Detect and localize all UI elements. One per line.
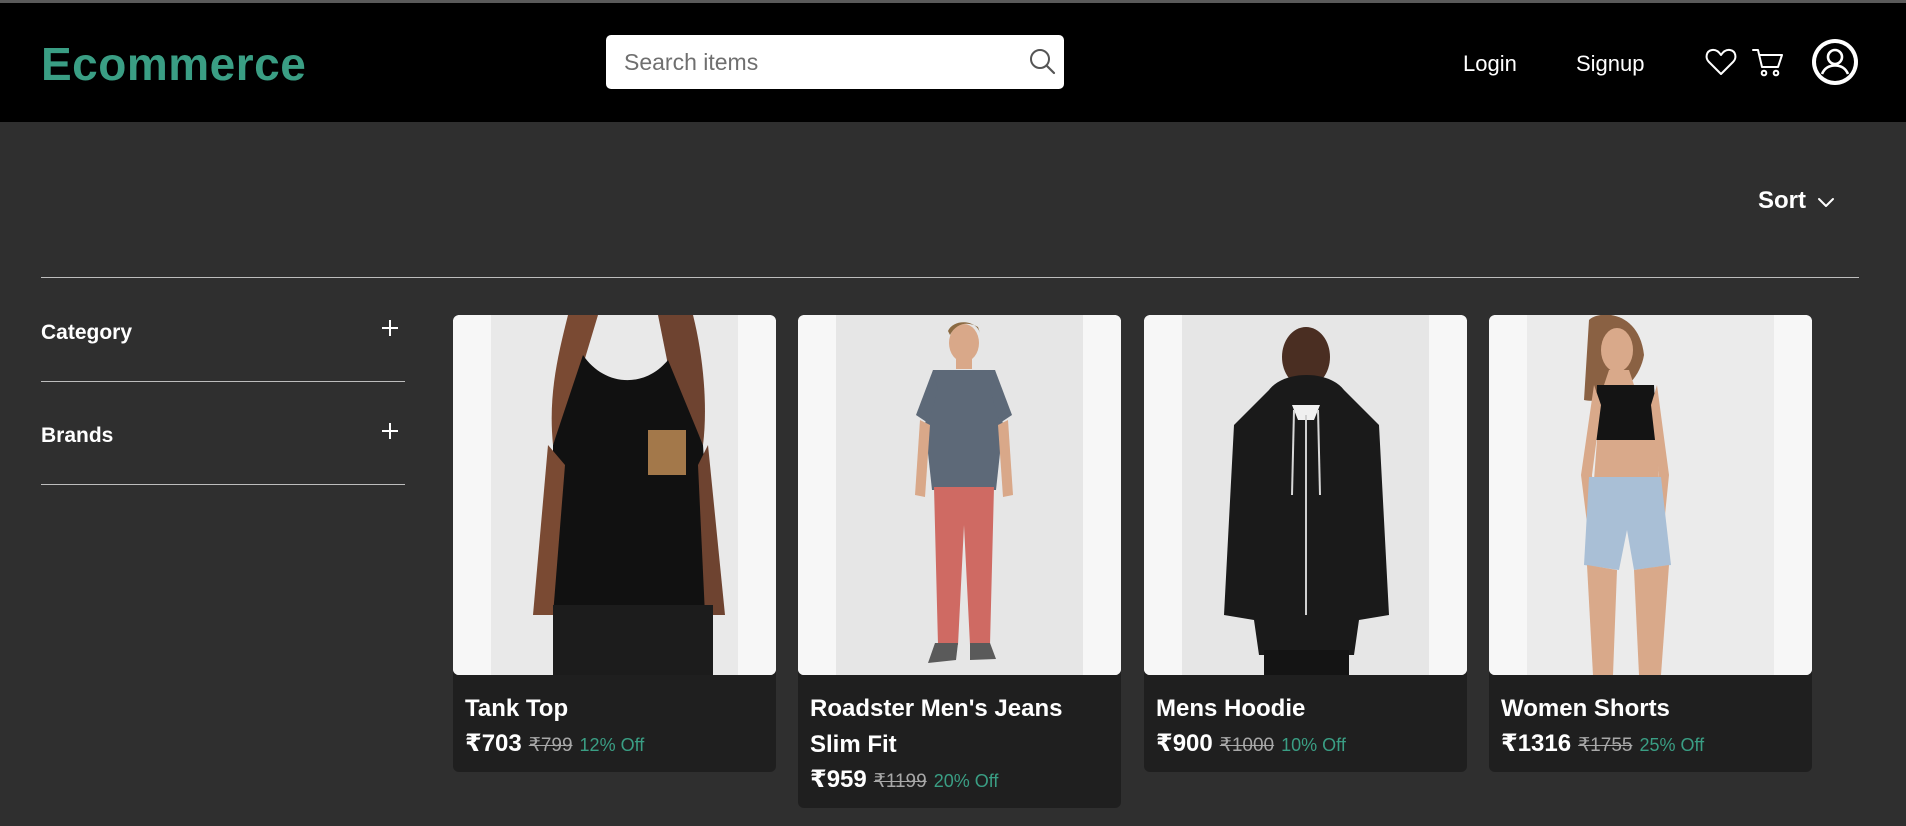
search-box[interactable] <box>606 35 1064 89</box>
heart-icon[interactable] <box>1704 46 1738 83</box>
product-price: ₹900 <box>1156 730 1213 757</box>
login-link[interactable]: Login <box>1463 51 1517 77</box>
price-row: ₹900 ₹1000 10% Off <box>1144 727 1467 772</box>
product-price: ₹703 <box>465 730 522 757</box>
plus-icon[interactable] <box>379 420 401 442</box>
product-discount: 25% Off <box>1639 735 1705 755</box>
cart-icon[interactable] <box>1751 46 1785 83</box>
product-mrp: ₹799 <box>528 735 573 756</box>
user-circle-icon[interactable] <box>1810 37 1860 92</box>
content-divider <box>41 277 1859 278</box>
top-nav-bar: Ecommerce Login Signup <box>0 3 1906 122</box>
product-discount: 20% Off <box>933 771 999 791</box>
product-mrp: ₹1199 <box>873 771 927 792</box>
product-card[interactable]: Tank Top ₹703 ₹799 12% Off <box>453 315 776 772</box>
product-mrp: ₹1000 <box>1219 735 1275 756</box>
product-name: Tank Top <box>465 695 569 722</box>
filter-category[interactable]: Category <box>41 279 405 382</box>
product-card[interactable]: Roadster Men's Jeans Slim Fit ₹959 ₹1199… <box>798 315 1121 808</box>
product-name: Roadster Men's Jeans Slim Fit <box>810 695 1063 758</box>
price-row: ₹959 ₹1199 20% Off <box>798 763 1121 808</box>
product-name: Mens Hoodie <box>1156 695 1306 722</box>
product-price: ₹959 <box>810 766 867 793</box>
product-image-women-shorts[interactable] <box>1489 315 1812 675</box>
product-price: ₹1316 <box>1501 730 1572 757</box>
plus-icon[interactable] <box>379 317 401 339</box>
product-image-roadster-jeans[interactable] <box>798 315 1121 675</box>
sort-dropdown[interactable]: Sort <box>1758 187 1806 215</box>
product-discount: 12% Off <box>579 735 645 755</box>
signup-link[interactable]: Signup <box>1576 51 1645 77</box>
product-card[interactable]: Mens Hoodie ₹900 ₹1000 10% Off <box>1144 315 1467 772</box>
price-row: ₹703 ₹799 12% Off <box>453 727 776 772</box>
filter-brands-label: Brands <box>41 424 114 447</box>
chevron-down-icon[interactable] <box>1815 191 1837 213</box>
product-image-tank-top[interactable] <box>453 315 776 675</box>
product-card[interactable]: Women Shorts ₹1316 ₹1755 25% Off <box>1489 315 1812 772</box>
filter-brands[interactable]: Brands <box>41 382 405 485</box>
price-row: ₹1316 ₹1755 25% Off <box>1489 727 1812 772</box>
product-discount: 10% Off <box>1281 735 1346 755</box>
product-image-mens-hoodie[interactable] <box>1144 315 1467 675</box>
brand-logo[interactable]: Ecommerce <box>41 37 306 91</box>
product-name: Women Shorts <box>1501 695 1670 722</box>
search-input[interactable] <box>624 35 1024 89</box>
search-icon[interactable] <box>1026 46 1058 78</box>
product-mrp: ₹1755 <box>1578 735 1633 756</box>
filter-category-label: Category <box>41 321 133 344</box>
